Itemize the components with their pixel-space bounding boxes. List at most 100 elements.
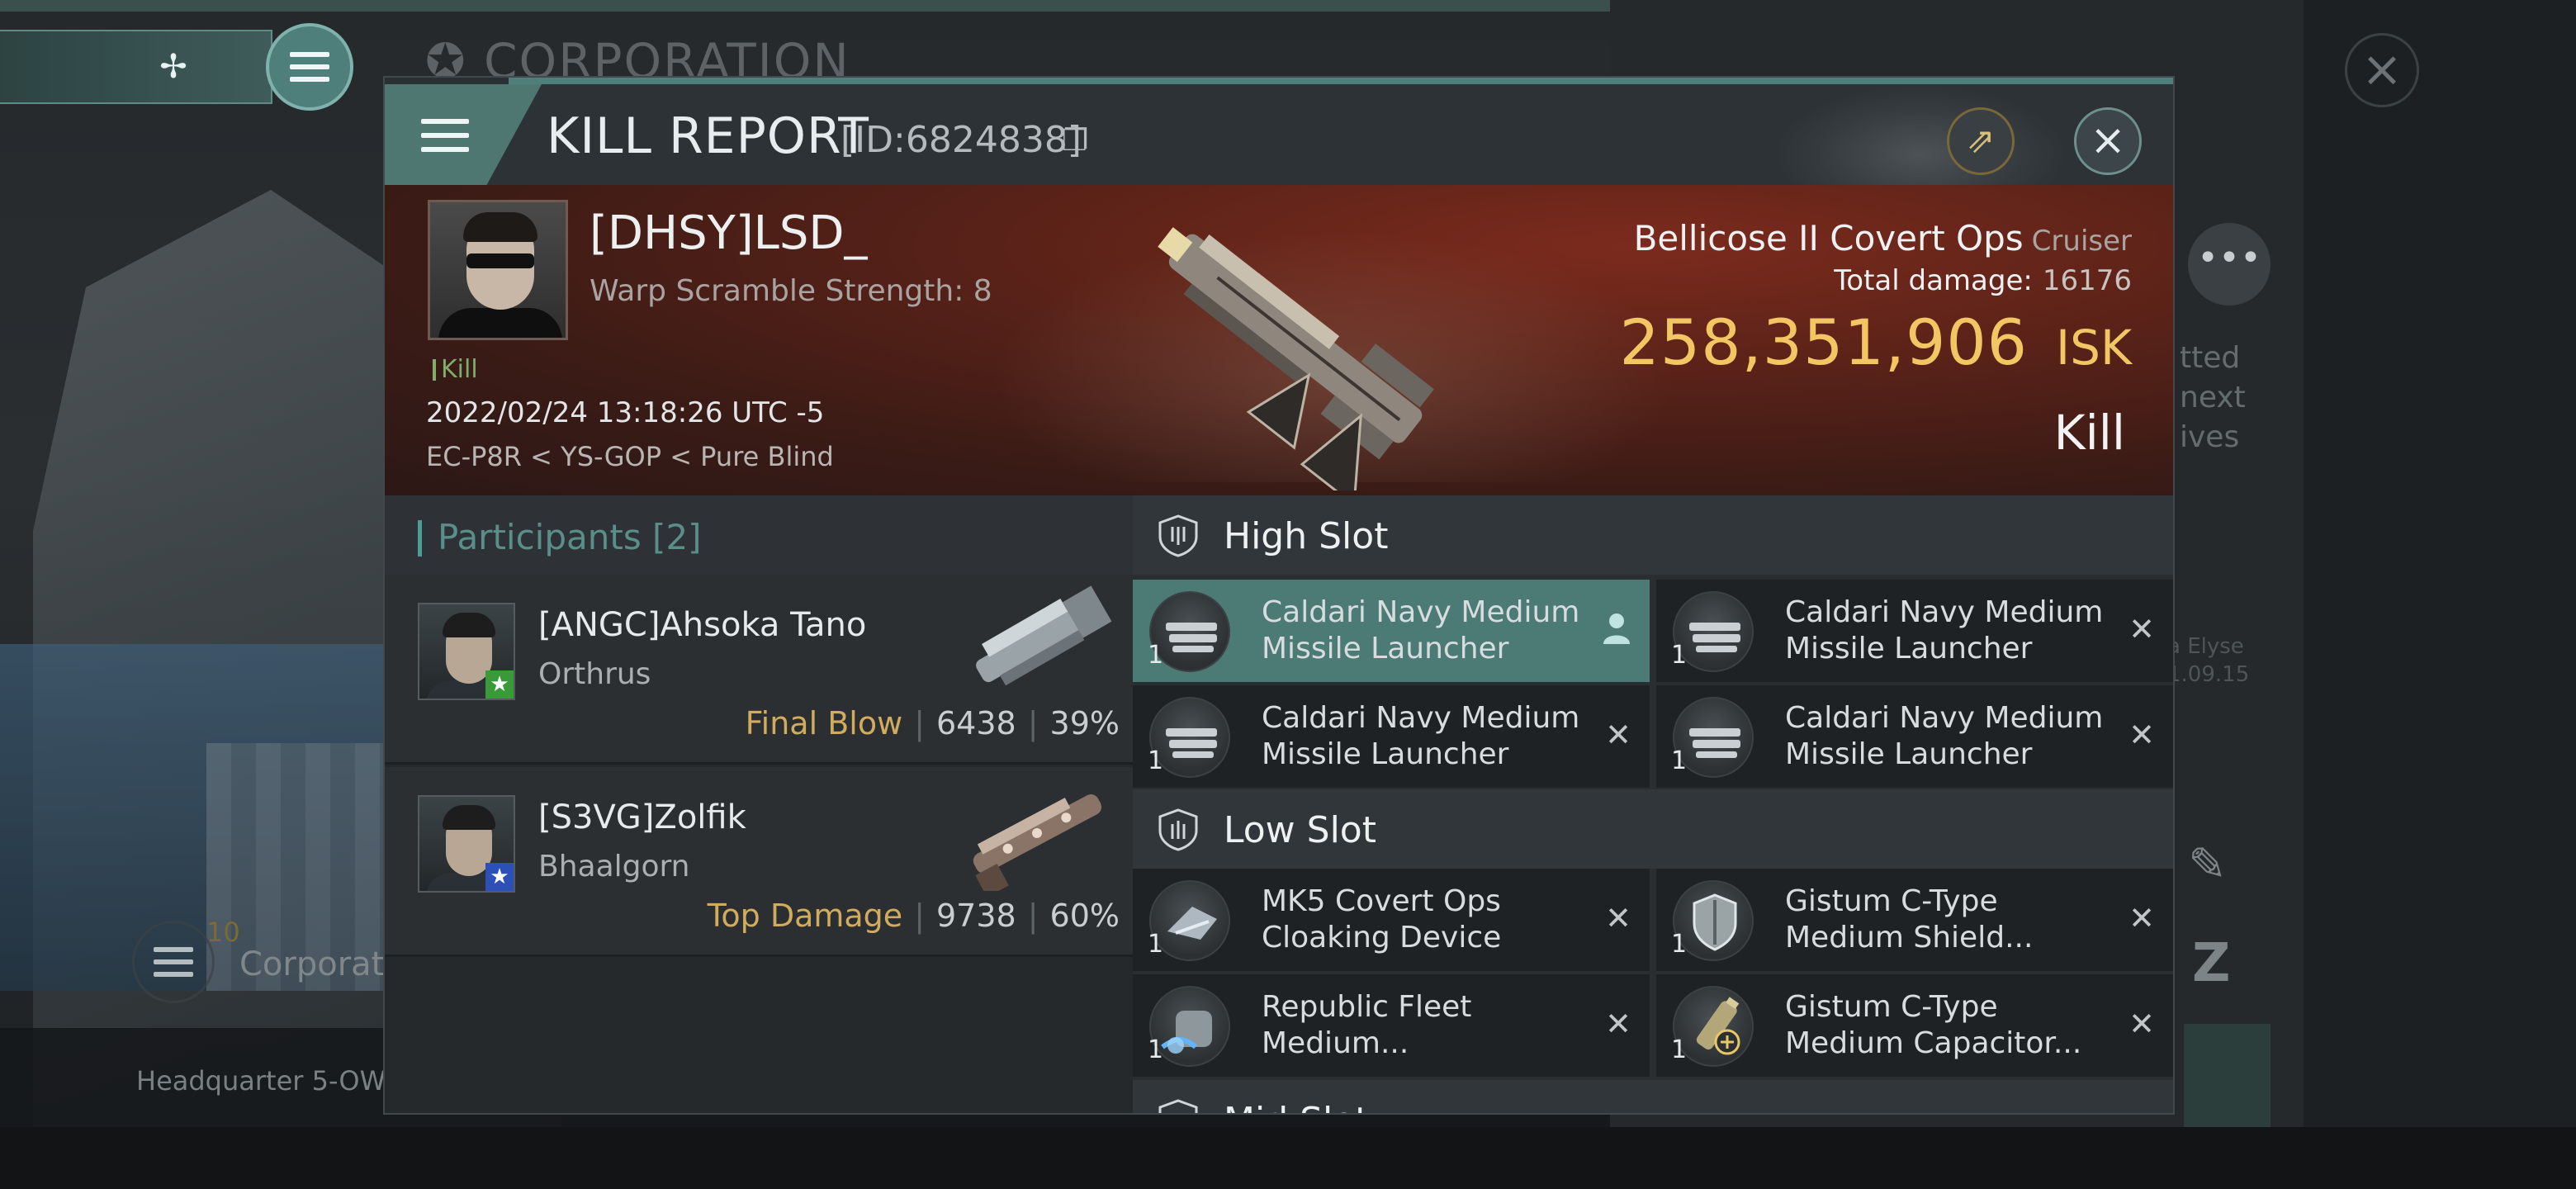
background-floor [0, 1127, 2576, 1189]
module-name: Gistum C-Type Medium Capacitor... [1785, 990, 2082, 1060]
copy-icon[interactable]: ❐ [1062, 124, 1088, 158]
destroyed-x-icon: ✕ [1605, 900, 1631, 936]
main-menu-button[interactable] [266, 23, 353, 111]
more-options-icon[interactable]: ••• [2188, 223, 2271, 306]
background-side-name: a Elyse 1.09.15 [2167, 634, 2250, 687]
kill-tag: Kill [433, 355, 478, 384]
close-icon: × [2090, 116, 2126, 165]
ship-name-text: Bellicose II Covert Ops [1633, 218, 2024, 258]
destroyed-x-icon: ✕ [2129, 611, 2155, 647]
kill-id: [ID:6824838] [841, 119, 1082, 161]
mid-slot-header: Mid Slot [1133, 1080, 2173, 1113]
participant-role: Top Damage [707, 898, 903, 934]
module-name: Caldari Navy Medium Missile Launcher [1262, 595, 1580, 666]
participant-ship-image [973, 794, 1102, 891]
victim-banner: [DHSY]LSD_ Warp Scramble Strength: 8 Kil… [385, 185, 2173, 495]
module-quantity: 1 [1671, 641, 1688, 670]
corporation-menu-button[interactable] [132, 921, 215, 1003]
module-item[interactable]: 1 Caldari Navy Medium Missile Launcher ✕ [1656, 685, 2173, 788]
menu-icon [421, 119, 469, 152]
module-item[interactable]: 1 Caldari Navy Medium Missile Launcher ✕ [1133, 685, 1650, 788]
sleep-settings-icon[interactable]: Z [2192, 933, 2230, 994]
participant-stats: Final Blow | 6438 | 39% [745, 705, 1120, 741]
total-damage: Total damage: 16176 [1834, 264, 2132, 297]
shield-slot-icon [1158, 808, 1198, 851]
participant-ship: Bhaalgorn [538, 850, 690, 883]
participants-title: Participants [2] [438, 517, 702, 557]
destroyed-x-icon: ✕ [2129, 717, 2155, 753]
module-item[interactable]: 1 Caldari Navy Medium Missile Launcher ✕ [1656, 580, 2173, 682]
warp-scramble-strength: Warp Scramble Strength: 8 [590, 274, 992, 308]
menu-icon [154, 947, 193, 977]
low-slot-label: Low Slot [1224, 809, 1376, 851]
dialog-menu-button[interactable] [385, 84, 542, 185]
module-quantity: 1 [1148, 641, 1164, 670]
participant-avatar: ★ [418, 795, 515, 893]
module-quantity: 1 [1671, 930, 1688, 959]
shield-slot-icon [1158, 1099, 1198, 1113]
ship-class: Cruiser [2031, 225, 2132, 258]
participant-percent: 60% [1049, 898, 1120, 934]
menu-icon [290, 52, 329, 82]
participant-avatar: ★ [418, 603, 515, 700]
victim-ship-image [1158, 227, 1434, 490]
share-button[interactable]: ⇗ [1947, 107, 2015, 175]
total-damage-value: 16176 [2042, 264, 2132, 297]
participant-stats: Top Damage | 9738 | 60% [707, 898, 1120, 934]
corporation-label: Corporati [239, 945, 394, 983]
shield-slot-icon [1158, 514, 1198, 557]
module-quantity: 1 [1671, 1035, 1688, 1064]
background-close-icon[interactable]: × [2345, 33, 2419, 107]
map-icon[interactable]: ✢ [144, 46, 202, 88]
module-item[interactable]: 1 Republic Fleet Medium... ✕ [1133, 974, 1650, 1077]
module-item[interactable]: 1 Gistum C-Type Medium Shield... ✕ [1656, 869, 2173, 971]
headquarter-label: Headquarter 5-OW [136, 1065, 386, 1097]
module-item[interactable]: 1 Gistum C-Type Medium Capacitor... ✕ [1656, 974, 2173, 1077]
map-bar[interactable] [0, 30, 272, 104]
header-ship-backdrop [1772, 84, 2069, 185]
module-quantity: 1 [1148, 746, 1164, 775]
close-button[interactable]: × [2074, 107, 2142, 175]
participant-percent: 39% [1049, 705, 1120, 741]
destroyed-x-icon: ✕ [2129, 900, 2155, 936]
victim-avatar[interactable] [428, 200, 568, 340]
module-name: Gistum C-Type Medium Shield... [1785, 884, 2034, 955]
star-badge-icon: ★ [485, 863, 514, 891]
low-slot-header: Low Slot [1133, 789, 2173, 869]
edit-icon[interactable]: ✎ [2188, 838, 2227, 892]
kill-tag-bar [433, 359, 436, 381]
victim-name[interactable]: [DHSY]LSD_ [590, 206, 868, 260]
module-name: Caldari Navy Medium Missile Launcher [1262, 701, 1580, 771]
destroyed-x-icon: ✕ [1605, 1006, 1631, 1042]
background-far-right-panel [2304, 0, 2576, 1189]
fitted-modules-panel: High Slot 1 Caldari Navy Medium Missile … [1133, 495, 2173, 1113]
participant-row[interactable]: ★ [S3VG]Zolfik Bhaalgorn Top Damage | 9738… [385, 767, 1133, 957]
destroyed-x-icon: ✕ [2129, 1006, 2155, 1042]
module-name: Republic Fleet Medium... [1262, 990, 1472, 1060]
module-quantity: 1 [1148, 1035, 1164, 1064]
corporation-count: 10 [206, 917, 240, 948]
isk-amount: 258,351,906 [1619, 306, 2029, 379]
background-teal-button[interactable] [2184, 1024, 2271, 1127]
participant-damage: 6438 [936, 705, 1016, 741]
kill-location[interactable]: EC-P8R < YS-GOP < Pure Blind [426, 441, 834, 472]
dialog-header: KILL REPORT [ID:6824838] ❐ ⇗ × [385, 84, 2173, 185]
report-type: Kill [2053, 405, 2125, 461]
destroyed-x-icon: ✕ [1605, 717, 1631, 753]
module-item[interactable]: 1 MK5 Covert Ops Cloaking Device ✕ [1133, 869, 1650, 971]
module-name: MK5 Covert Ops Cloaking Device [1262, 884, 1502, 955]
star-badge-icon: ★ [485, 670, 514, 699]
participant-role: Final Blow [745, 705, 903, 741]
isk-value: 258,351,906 ISK [1620, 306, 2132, 379]
victim-ship-name[interactable]: Bellicose II Covert Ops Cruiser [1634, 218, 2132, 258]
participant-row[interactable]: ★ [ANGC]Ahsoka Tano Orthrus Final Blow | 6… [385, 575, 1133, 765]
participant-ship: Orthrus [538, 657, 651, 691]
isk-unit: ISK [2056, 320, 2132, 376]
kill-date: 2022/02/24 13:18:26 UTC -5 [426, 396, 825, 429]
participant-name: [ANGC]Ahsoka Tano [538, 606, 867, 644]
kill-report-dialog: KILL REPORT [ID:6824838] ❐ ⇗ × [DHSY]LSD… [383, 76, 2175, 1115]
module-item[interactable]: 1 Caldari Navy Medium Missile Launcher [1133, 580, 1650, 682]
kill-tag-label: Kill [441, 355, 478, 384]
module-name: Caldari Navy Medium Missile Launcher [1785, 595, 2104, 666]
share-icon: ⇗ [1966, 120, 1996, 160]
